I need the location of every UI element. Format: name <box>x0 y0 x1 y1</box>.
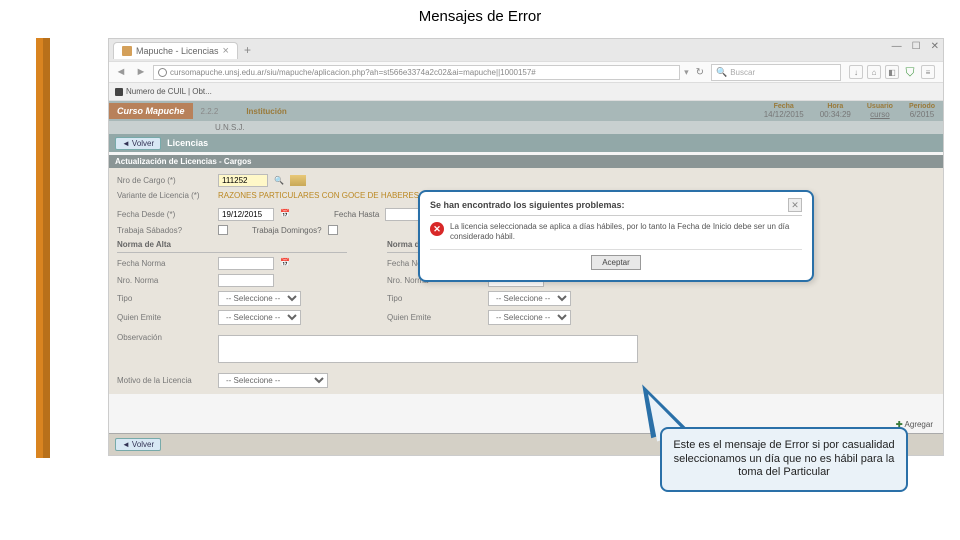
app-header: Curso Mapuche 2.2.2 Institución Fecha14/… <box>109 101 943 121</box>
app-brand: Curso Mapuche <box>109 103 193 119</box>
tab-title: Mapuche - Licencias <box>136 46 219 56</box>
nro-norma-alta-input[interactable] <box>218 274 274 287</box>
aceptar-button[interactable]: Aceptar <box>591 255 641 270</box>
error-icon: ✕ <box>430 222 444 236</box>
nro-norma-alta-label: Nro. Norma <box>117 276 212 285</box>
new-tab-button[interactable]: + <box>238 43 257 57</box>
hora-value: 00:34:29 <box>820 110 851 119</box>
emite-baja-select[interactable]: -- Seleccione -- <box>488 310 571 325</box>
emite-alta-select[interactable]: -- Seleccione -- <box>218 310 301 325</box>
address-bar: ◄ ► cursomapuche.unsj.edu.ar/siu/mapuche… <box>109 61 943 83</box>
search-icon: 🔍 <box>716 67 727 78</box>
nro-cargo-label: Nro de Cargo (*) <box>117 176 212 185</box>
url-text: cursomapuche.unsj.edu.ar/siu/mapuche/apl… <box>170 68 536 77</box>
maximize-icon[interactable]: ☐ <box>912 41 921 52</box>
page-subtitle: Licencias <box>167 138 208 148</box>
accent-bar <box>36 38 50 458</box>
calendar-icon[interactable]: 📅 <box>280 258 292 270</box>
tipo-baja-select[interactable]: -- Seleccione -- <box>488 291 571 306</box>
fecha-desde-label: Fecha Desde (*) <box>117 210 212 219</box>
minimize-icon[interactable]: — <box>892 41 902 52</box>
fecha-label: Fecha <box>764 103 804 110</box>
tab-bar: Mapuche - Licencias × + — ☐ ✕ <box>109 39 943 61</box>
search-placeholder: Buscar <box>730 68 755 77</box>
callout-box: Este es el mensaje de Error si por casua… <box>660 427 908 492</box>
app-version: 2.2.2 <box>193 107 227 116</box>
inst-value: U.N.S.J. <box>215 123 245 132</box>
inst-row: U.N.S.J. <box>109 121 943 134</box>
back-arrow-icon: ◄ <box>122 139 130 148</box>
inst-label: Institución <box>246 107 286 116</box>
usuario-value[interactable]: curso <box>867 110 893 119</box>
emite-alta-label: Quien Emite <box>117 313 212 322</box>
people-icon[interactable] <box>290 175 306 186</box>
bookmark-favicon <box>115 88 123 96</box>
toolbar-icons: ↓ ⌂ ◧ ⛉ ≡ <box>845 65 939 79</box>
back-arrow-icon: ◄ <box>122 440 130 449</box>
emite-baja-label: Quien Emite <box>387 313 482 322</box>
section-header: Actualización de Licencias - Cargos <box>109 155 943 168</box>
fecha-hasta-label: Fecha Hasta <box>334 210 379 219</box>
fecha-value: 14/12/2015 <box>764 110 804 119</box>
domingos-checkbox[interactable] <box>328 225 338 235</box>
observacion-textarea[interactable] <box>218 335 638 363</box>
norma-alta-header: Norma de Alta <box>117 237 347 253</box>
observacion-label: Observación <box>117 333 212 342</box>
browser-tab[interactable]: Mapuche - Licencias × <box>113 42 238 59</box>
close-window-icon[interactable]: ✕ <box>931 41 939 52</box>
close-icon[interactable]: × <box>223 45 229 57</box>
motivo-select[interactable]: -- Seleccione -- <box>218 373 328 388</box>
sidebar-icon[interactable]: ◧ <box>885 65 899 79</box>
variante-label: Variante de Licencia (*) <box>117 191 212 200</box>
shield-icon[interactable]: ⛉ <box>903 65 917 79</box>
menu-icon[interactable]: ≡ <box>921 65 935 79</box>
tipo-alta-select[interactable]: -- Seleccione -- <box>218 291 301 306</box>
error-modal: Se han encontrado los siguientes problem… <box>418 190 814 282</box>
callout-text: Este es el mensaje de Error si por casua… <box>673 439 894 479</box>
close-icon[interactable]: ✕ <box>788 198 802 212</box>
sub-header: ◄Volver Licencias <box>109 134 943 152</box>
reload-icon[interactable]: ↻ <box>693 67 707 78</box>
usuario-label: Usuario <box>867 103 893 110</box>
fecha-norma-alta-label: Fecha Norma <box>117 259 212 268</box>
home-icon[interactable]: ⌂ <box>867 65 881 79</box>
globe-icon <box>158 68 167 77</box>
url-input[interactable]: cursomapuche.unsj.edu.ar/siu/mapuche/apl… <box>153 65 680 80</box>
sabados-label: Trabaja Sábados? <box>117 226 212 235</box>
periodo-label: Periodo <box>909 103 935 110</box>
dropdown-icon[interactable]: ▾ <box>684 67 689 78</box>
calendar-icon[interactable]: 📅 <box>280 209 292 221</box>
domingos-label: Trabaja Domingos? <box>252 226 322 235</box>
forward-icon[interactable]: ► <box>133 64 149 80</box>
download-icon[interactable]: ↓ <box>849 65 863 79</box>
search-icon[interactable]: 🔍 <box>274 176 284 185</box>
modal-message: La licencia seleccionada se aplica a día… <box>450 222 802 243</box>
bookmark-item[interactable]: Numero de CUIL | Obt... <box>126 87 212 96</box>
tipo-baja-label: Tipo <box>387 294 482 303</box>
window-controls: — ☐ ✕ <box>892 41 939 52</box>
bookmarks-bar: Numero de CUIL | Obt... <box>109 83 943 101</box>
fecha-norma-alta-input[interactable] <box>218 257 274 270</box>
back-icon[interactable]: ◄ <box>113 64 129 80</box>
tipo-alta-label: Tipo <box>117 294 212 303</box>
nro-cargo-input[interactable] <box>218 174 268 187</box>
slide-title: Mensajes de Error <box>0 0 960 33</box>
modal-title: Se han encontrado los siguientes problem… <box>430 200 625 210</box>
volver-button-footer[interactable]: ◄Volver <box>115 438 161 451</box>
search-input[interactable]: 🔍 Buscar <box>711 64 841 81</box>
tab-favicon <box>122 46 132 56</box>
fecha-desde-input[interactable] <box>218 208 274 221</box>
volver-button[interactable]: ◄Volver <box>115 137 161 150</box>
sabados-checkbox[interactable] <box>218 225 228 235</box>
variante-value: RAZONES PARTICULARES CON GOCE DE HABERES <box>218 191 419 200</box>
hora-label: Hora <box>820 103 851 110</box>
periodo-value: 6/2015 <box>909 110 935 119</box>
motivo-label: Motivo de la Licencia <box>117 376 212 385</box>
